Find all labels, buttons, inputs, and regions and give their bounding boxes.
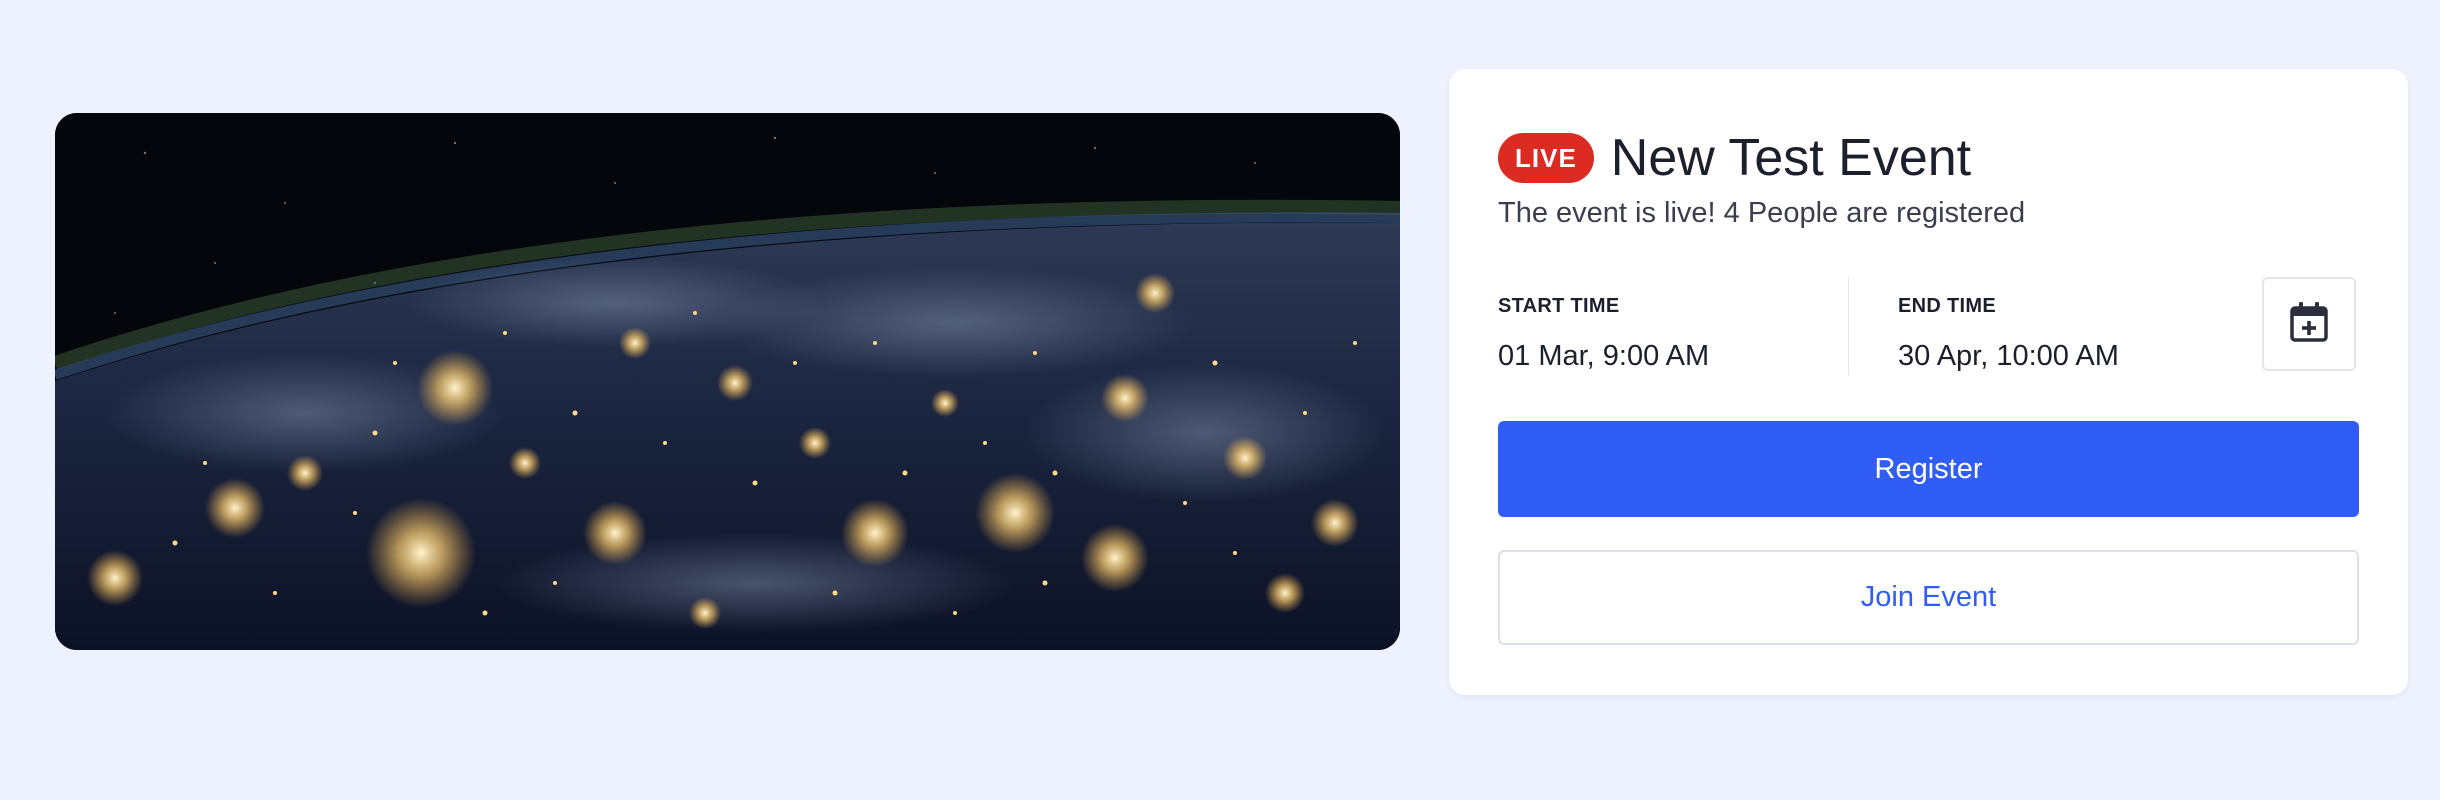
schedule-divider	[1848, 277, 1849, 375]
calendar-plus-icon	[2289, 301, 2329, 348]
event-title: New Test Event	[1610, 129, 1972, 187]
add-to-calendar-button[interactable]	[2262, 277, 2356, 371]
end-time-value: 30 Apr, 10:00 AM	[1898, 340, 2119, 372]
event-banner-image	[55, 113, 1400, 650]
event-header: LIVE New Test Event	[1498, 123, 1971, 193]
start-time-block: START TIME 01 Mar, 9:00 AM	[1498, 277, 1709, 373]
event-status-message: The event is live! 4 People are register…	[1498, 197, 2026, 229]
earth-at-night-image	[55, 113, 1400, 650]
event-schedule: START TIME 01 Mar, 9:00 AM END TIME 30 A…	[1498, 277, 2359, 375]
event-details-card: LIVE New Test Event The event is live! 4…	[1449, 69, 2408, 695]
register-button[interactable]: Register	[1498, 421, 2359, 517]
start-time-label: START TIME	[1498, 295, 1620, 317]
start-time-value: 01 Mar, 9:00 AM	[1498, 340, 1710, 372]
end-time-label: END TIME	[1898, 295, 1996, 317]
live-status-badge: LIVE	[1498, 133, 1594, 183]
join-event-button[interactable]: Join Event	[1498, 550, 2359, 645]
end-time-block: END TIME 30 Apr, 10:00 AM	[1898, 277, 2119, 373]
